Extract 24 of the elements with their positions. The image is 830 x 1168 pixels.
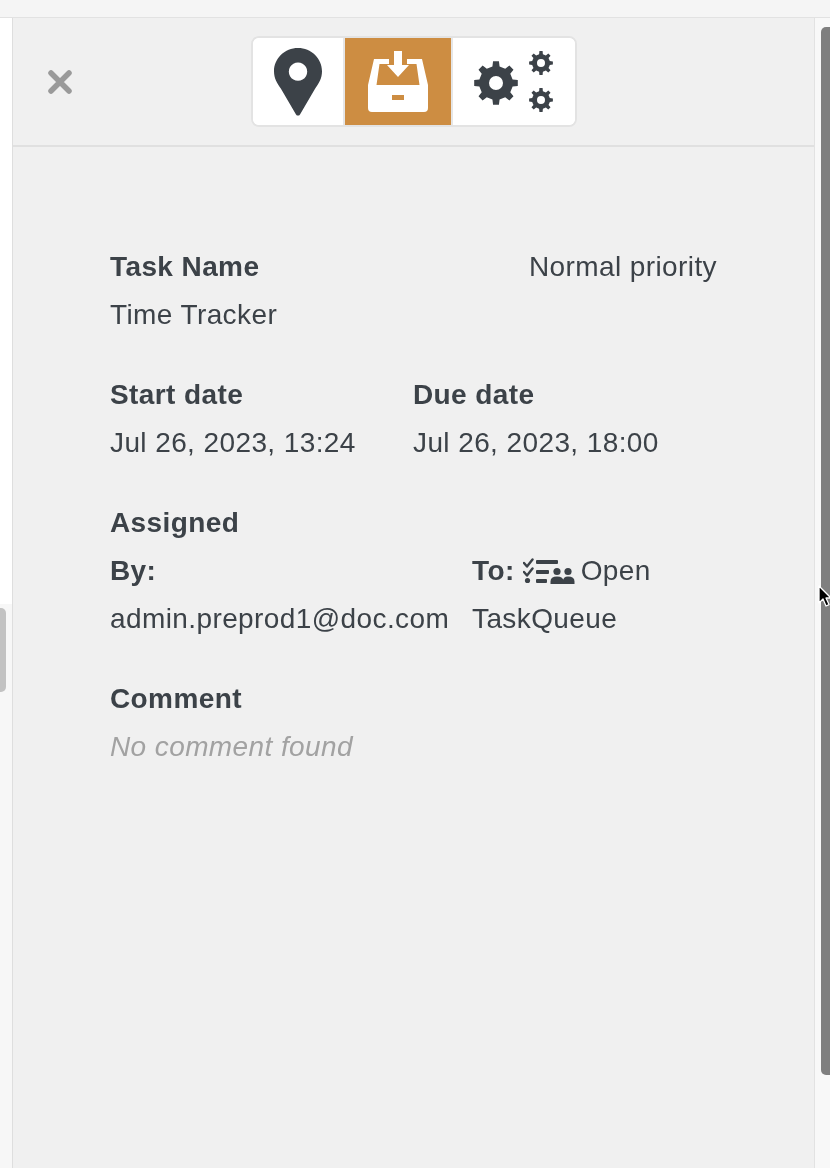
task-queue-icon [522,558,575,584]
task-name-value: Time Tracker [110,298,279,332]
task-name-label: Task Name [110,250,260,284]
assigned-to-value: Open [580,554,651,588]
date-value: Jul 26, 2023, 18:00 [413,426,660,460]
scrollbar-thumb[interactable] [821,27,830,1075]
comment-label: Comment [110,682,243,716]
scrollbar-thumb[interactable] [0,608,6,692]
priority-text: Normal priority [528,250,717,284]
assigned-label: Assigned [110,506,241,540]
inbox-tray-icon [365,50,430,113]
settings-tab[interactable] [450,38,575,125]
date-value: Jul 26, 2023, 13:24 [110,426,357,460]
close-icon [47,68,73,95]
date-label: Start date [110,378,245,412]
assigned-to-label: To: [472,554,515,588]
close-button[interactable] [47,68,73,95]
assigned-to-value: TaskQueue [472,602,618,636]
assigned-by-label: By: [110,554,158,588]
gears-icon [473,49,554,114]
map-pin-icon [273,47,322,116]
date-label: Due date [413,378,536,412]
assigned-by-value: admin.preprod1@doc.com [110,602,451,636]
empty-comment-text: No comment found [110,730,355,764]
